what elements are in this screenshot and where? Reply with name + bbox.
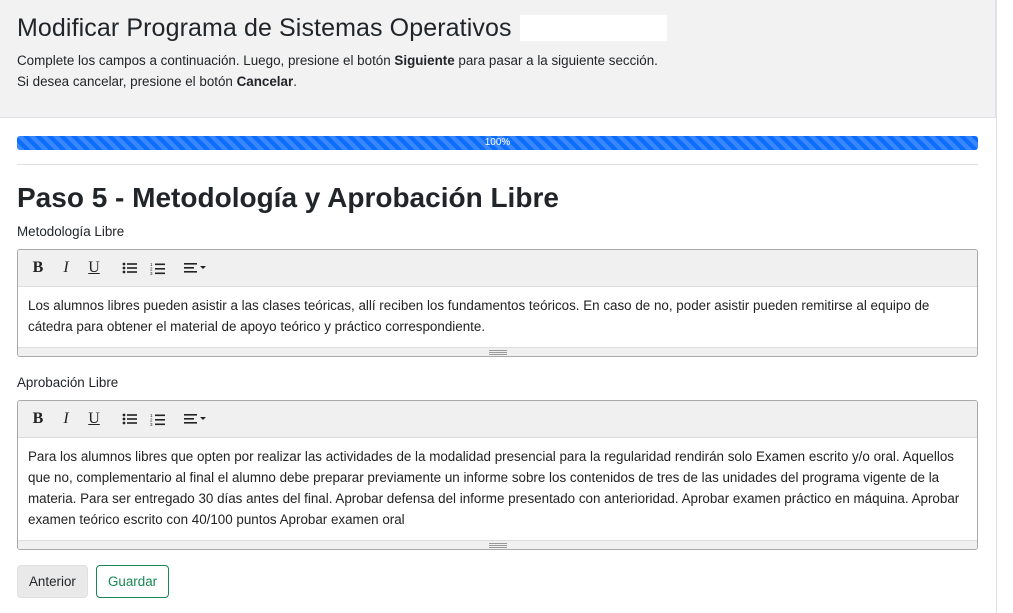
bullet-list-icon[interactable] [116,407,144,431]
metodologia-libre-label: Metodología Libre [17,224,125,239]
instructions-text: para pasar a la siguiente sección. [454,53,658,68]
progress-fill: 100% [17,136,978,150]
resize-handle[interactable] [18,347,977,356]
instructions-emphasis: Siguiente [394,53,455,68]
italic-icon[interactable]: I [52,256,80,280]
aprobacion-libre-label: Aprobación Libre [17,375,119,390]
instructions-text: Si desea cancelar, presione el botón [17,74,237,89]
bold-icon[interactable]: B [24,256,52,280]
align-dropdown-icon[interactable] [180,256,214,280]
divider [17,164,978,165]
italic-icon[interactable]: I [52,407,80,431]
aprobacion-libre-textarea[interactable]: Para los alumnos libres que opten por re… [18,438,977,540]
editor-toolbar: B I U 123 [18,250,977,287]
svg-text:3: 3 [150,271,153,275]
numbered-list-icon[interactable]: 123 [144,407,172,431]
bullet-list-icon[interactable] [116,256,144,280]
instructions-text: Complete los campos a continuación. Lueg… [17,53,395,68]
grip-icon [488,349,507,355]
resize-handle[interactable] [18,540,977,549]
metodologia-libre-textarea[interactable]: Los alumnos libres pueden asistir a las … [18,287,977,347]
title-blank-box [519,15,667,41]
editor-toolbar: B I U 123 [18,401,977,438]
instructions-line-2: Si desea cancelar, presione el botón Can… [17,71,978,92]
metodologia-libre-editor: B I U 123 Los alumnos libres pueden asis… [17,249,978,357]
page-header: Modificar Programa de Sistemas Operativo… [0,0,996,118]
bold-icon[interactable]: B [24,407,52,431]
svg-text:3: 3 [150,422,153,426]
instructions-line-1: Complete los campos a continuación. Lueg… [17,50,978,71]
underline-icon[interactable]: U [80,407,108,431]
align-dropdown-icon[interactable] [180,407,214,431]
instructions-text: . [293,74,297,89]
page-right-border [996,0,997,613]
instructions-emphasis: Cancelar [236,74,294,89]
aprobacion-libre-editor: B I U 123 Para los alumnos libres que op… [17,400,978,550]
page-title: Modificar Programa de Sistemas Operativo… [17,14,512,42]
instructions: Complete los campos a continuación. Lueg… [17,50,978,92]
grip-icon [488,542,507,548]
numbered-list-icon[interactable]: 123 [144,256,172,280]
underline-icon[interactable]: U [80,256,108,280]
step-title: Paso 5 - Metodología y Aprobación Libre [17,182,559,213]
progress-bar: 100% [17,136,978,150]
anterior-button[interactable]: Anterior [17,565,88,598]
progress-label: 100% [484,137,511,148]
guardar-button[interactable]: Guardar [96,565,170,598]
